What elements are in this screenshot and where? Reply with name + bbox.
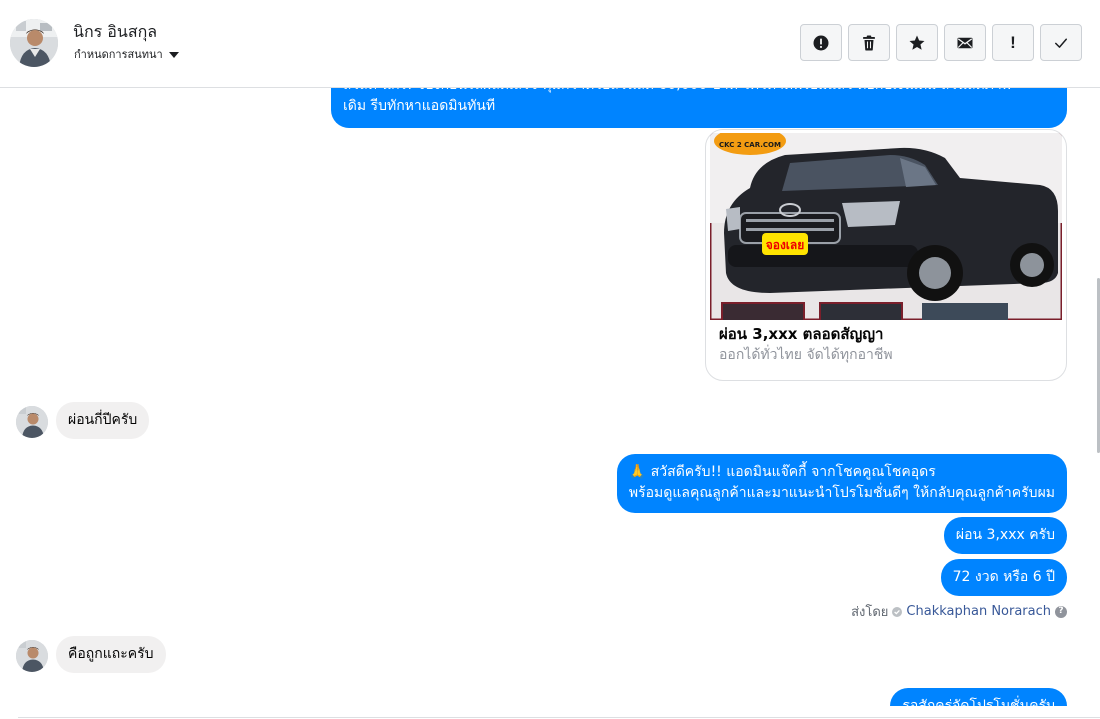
envelope-icon — [957, 37, 973, 48]
card-subtitle: ออกได้ทั่วไทย จัดได้ทุกอาชีพ — [719, 347, 893, 363]
verified-check-icon — [892, 606, 903, 617]
outgoing-message[interactable]: ผ่อน 3,xxx ครับ — [943, 517, 1067, 554]
mark-unread-button[interactable] — [944, 24, 986, 61]
exclamation-icon: ! — [1010, 33, 1016, 52]
outgoing-message[interactable]: สวัสดี นิกร! จองก่อนรถผลิตเสร็จ คุ้มกว่า… — [331, 88, 1067, 128]
contact-name[interactable]: นิกร อินสกุล — [73, 20, 157, 45]
help-icon[interactable]: ? — [1055, 605, 1067, 618]
avatar-photo-icon — [16, 640, 48, 672]
car-image[interactable]: CKC 2 CAR.COM จองเลย — [710, 133, 1062, 320]
sent-by-info: ส่งโดย Chakkaphan Norarach ? — [851, 601, 1067, 622]
message-text-line: 🙏 สวัสดีครับ!! แอดมินแจ๊คกี้ จากโชคคูณโช… — [628, 464, 936, 480]
card-title[interactable]: ผ่อน 3,xxx ตลอดสัญญา — [719, 322, 883, 346]
outgoing-message[interactable]: รอสักครู่จัดโปรโมชั่นครับ — [890, 688, 1067, 706]
checkmark-icon — [1055, 38, 1067, 48]
avatar-photo-icon — [16, 406, 48, 438]
image-badge-text: CKC 2 CAR.COM — [719, 141, 781, 149]
outgoing-message[interactable]: 72 งวด หรือ 6 ปี — [940, 559, 1067, 596]
sender-avatar[interactable] — [16, 640, 48, 672]
outgoing-message[interactable]: 🙏 สวัสดีครับ!! แอดมินแจ๊คกี้ จากโชคคูณโช… — [616, 454, 1067, 513]
star-icon — [909, 35, 925, 50]
incoming-message[interactable]: คือถูกแถะครับ — [56, 636, 166, 673]
conversation-schedule-label: กำหนดการสนทนา — [74, 48, 163, 61]
sender-avatar[interactable] — [16, 406, 48, 438]
avatar[interactable] — [10, 19, 58, 67]
conversation-header: นิกร อินสกุล กำหนดการสนทนา ! — [0, 0, 1100, 88]
message-text-line: พร้อมดูแลคุณลูกค้าและมาแนะนำโปรโมชั่นดีๆ… — [628, 485, 1055, 501]
sent-by-name[interactable]: Chakkaphan Norarach — [906, 604, 1051, 619]
trash-icon — [863, 35, 875, 50]
message-text: คือถูกแถะครับ — [68, 646, 154, 662]
conversation-schedule-dropdown[interactable]: กำหนดการสนทนา — [74, 45, 179, 63]
alert-circle-icon — [813, 35, 829, 50]
composer-divider — [18, 717, 1100, 718]
message-text: 72 งวด หรือ 6 ปี — [952, 569, 1055, 585]
messenger-app: นิกร อินสกุล กำหนดการสนทนา ! เดิม รีบทัก… — [0, 0, 1100, 719]
message-text-line: เดิม รีบทักหาแอดมินทันที — [343, 98, 496, 114]
image-sticker-text: จองเลย — [766, 238, 805, 252]
message-text-line: สวัสดี นิกร! จองก่อนรถผลิตเสร็จ คุ้มกว่า… — [343, 88, 1055, 96]
conversation-toolbar: ! — [800, 24, 1082, 61]
caret-down-icon — [168, 51, 179, 58]
message-text: ผ่อนกี่ปีครับ — [68, 412, 138, 428]
message-text: ผ่อน 3,xxx ครับ — [955, 527, 1055, 543]
sent-by-label: ส่งโดย — [851, 605, 889, 620]
avatar-photo-icon — [10, 19, 58, 67]
star-button[interactable] — [896, 24, 938, 61]
message-text: รอสักครู่จัดโปรโมชั่นครับ — [902, 698, 1055, 706]
important-button[interactable]: ! — [992, 24, 1034, 61]
delete-button[interactable] — [848, 24, 890, 61]
message-list[interactable]: สวัสดี นิกร! จองก่อนรถผลิตเสร็จ คุ้มกว่า… — [0, 88, 1100, 706]
incoming-message[interactable]: ผ่อนกี่ปีครับ — [56, 402, 150, 439]
report-button[interactable] — [800, 24, 842, 61]
link-preview-card[interactable]: CKC 2 CAR.COM จองเลย ผ่อน 3,xxx ตลอดสัญญ… — [705, 129, 1067, 381]
done-button[interactable] — [1040, 24, 1082, 61]
pickup-truck-image-icon: CKC 2 CAR.COM จองเลย — [710, 133, 1062, 320]
